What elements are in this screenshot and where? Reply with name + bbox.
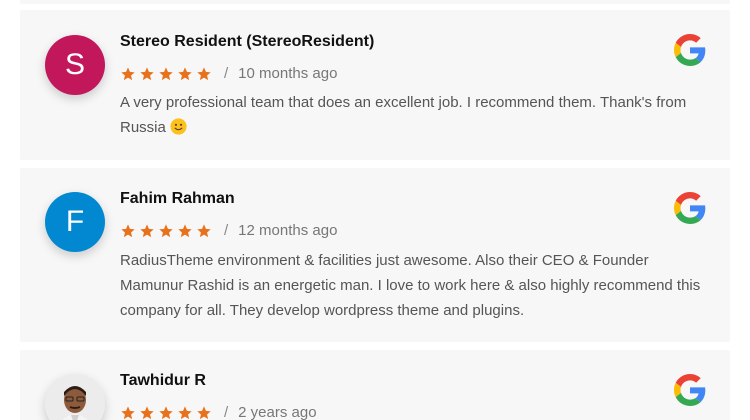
reviewer-name[interactable]: Stereo Resident (StereoResident) — [120, 33, 374, 51]
avatar-letter: S — [64, 48, 85, 81]
slightly-smiling-face-emoji — [170, 118, 187, 135]
review-text: RadiusTheme environment & facilities jus… — [120, 252, 701, 319]
person-photo — [45, 374, 105, 420]
star-icon — [121, 405, 135, 419]
separator: / — [224, 65, 229, 82]
google-icon[interactable] — [674, 192, 706, 224]
review-meta: / 12 months ago — [120, 222, 337, 239]
star-icon — [121, 223, 135, 237]
review-time: 10 months ago — [238, 65, 338, 82]
avatar: F — [45, 192, 105, 252]
google-icon[interactable] — [674, 374, 706, 406]
star-icon — [178, 66, 192, 80]
star-icon — [197, 223, 211, 237]
star-icon — [140, 405, 154, 419]
review-time: 2 years ago — [238, 404, 317, 420]
reviewer-name[interactable]: Tawhidur R — [120, 372, 206, 390]
review-card: F Fahim Rahman / 12 months ago RadiusThe… — [20, 168, 730, 342]
star-icon — [197, 405, 211, 419]
google-icon[interactable] — [674, 34, 706, 66]
review-text: A very professional team that does an ex… — [120, 90, 715, 140]
star-icon — [178, 405, 192, 419]
avatar-letter: F — [65, 205, 85, 238]
review-meta: / 10 months ago — [120, 65, 337, 82]
reviewer-name[interactable]: Fahim Rahman — [120, 190, 235, 208]
star-icon — [159, 223, 173, 237]
review-card: Tawhidur R / 2 years ago — [20, 350, 730, 420]
review-card: S Stereo Resident (StereoResident) / 10 … — [20, 10, 730, 160]
star-rating — [120, 223, 212, 239]
star-icon — [159, 66, 173, 80]
separator: / — [224, 404, 229, 420]
star-icon — [121, 66, 135, 80]
star-icon — [140, 223, 154, 237]
review-time: 12 months ago — [238, 222, 338, 239]
previous-review-card — [20, 0, 730, 4]
review-text-body: A very professional team that does an ex… — [120, 94, 687, 136]
star-icon — [159, 405, 173, 419]
star-icon — [197, 66, 211, 80]
star-rating — [120, 66, 212, 82]
review-meta: / 2 years ago — [120, 404, 317, 420]
star-icon — [178, 223, 192, 237]
separator: / — [224, 222, 229, 239]
avatar: S — [45, 35, 105, 95]
avatar — [45, 374, 105, 420]
star-rating — [120, 405, 212, 420]
star-icon — [140, 66, 154, 80]
